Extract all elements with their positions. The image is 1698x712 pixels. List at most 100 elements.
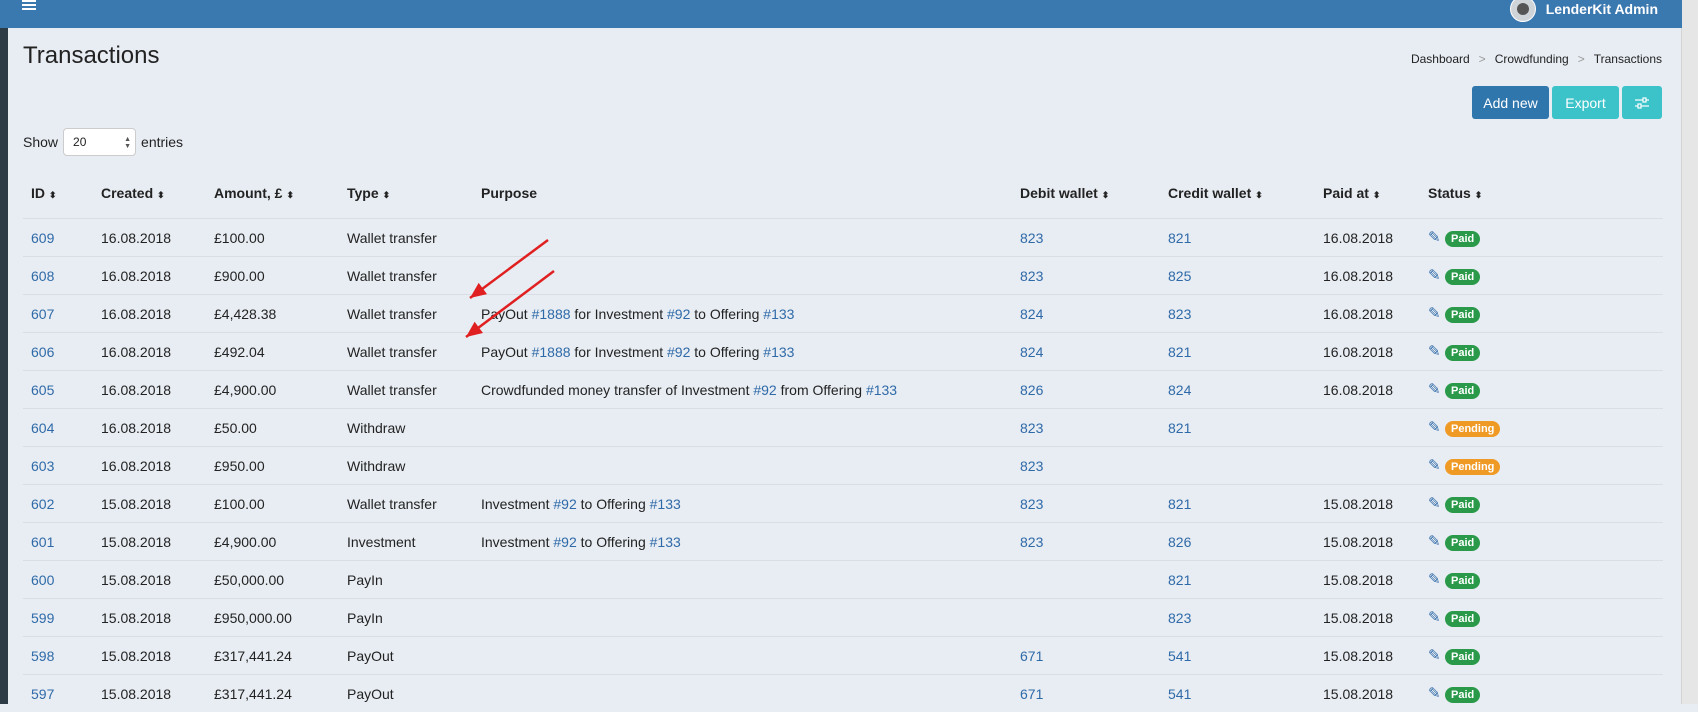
purpose-link[interactable]: #133 bbox=[650, 496, 681, 512]
debit-wallet-link[interactable]: 823 bbox=[1020, 458, 1043, 474]
export-button[interactable]: Export bbox=[1552, 86, 1619, 119]
status-badge: Paid bbox=[1445, 535, 1480, 551]
edit-pencil-icon[interactable]: ✎ bbox=[1428, 342, 1445, 360]
edit-pencil-icon[interactable]: ✎ bbox=[1428, 684, 1445, 702]
avatar[interactable] bbox=[1510, 0, 1536, 22]
edit-pencil-icon[interactable]: ✎ bbox=[1428, 494, 1445, 512]
filter-settings-button[interactable] bbox=[1622, 86, 1662, 119]
scrollbar[interactable] bbox=[1681, 0, 1698, 704]
column-header-created[interactable]: Created⬍ bbox=[93, 168, 206, 219]
credit-wallet-link[interactable]: 824 bbox=[1168, 382, 1191, 398]
sort-icon[interactable]: ⬍ bbox=[1373, 190, 1381, 200]
sort-icon[interactable]: ⬍ bbox=[157, 190, 165, 200]
sort-icon[interactable]: ⬍ bbox=[383, 190, 391, 200]
debit-wallet-link[interactable]: 823 bbox=[1020, 268, 1043, 284]
sort-icon[interactable]: ⬍ bbox=[49, 190, 57, 200]
cell-type: Investment bbox=[339, 523, 473, 561]
transaction-id-link[interactable]: 599 bbox=[31, 610, 54, 626]
purpose-link[interactable]: #92 bbox=[667, 306, 690, 322]
credit-wallet-link[interactable]: 821 bbox=[1168, 572, 1191, 588]
user-menu[interactable]: LenderKit Admin bbox=[1510, 0, 1658, 22]
debit-wallet-link[interactable]: 824 bbox=[1020, 306, 1043, 322]
transaction-id-link[interactable]: 603 bbox=[31, 458, 54, 474]
debit-wallet-link[interactable]: 671 bbox=[1020, 686, 1043, 702]
purpose-link[interactable]: #133 bbox=[650, 534, 681, 550]
debit-wallet-link[interactable]: 826 bbox=[1020, 382, 1043, 398]
edit-pencil-icon[interactable]: ✎ bbox=[1428, 456, 1445, 474]
cell-debit-wallet: 671 bbox=[1012, 675, 1160, 712]
column-header-id[interactable]: ID⬍ bbox=[23, 168, 93, 219]
column-header-status[interactable]: Status⬍ bbox=[1420, 168, 1663, 219]
sort-icon[interactable]: ⬍ bbox=[286, 190, 294, 200]
credit-wallet-link[interactable]: 821 bbox=[1168, 420, 1191, 436]
credit-wallet-link[interactable]: 823 bbox=[1168, 306, 1191, 322]
cell-debit-wallet: 823 bbox=[1012, 219, 1160, 257]
cell-purpose bbox=[473, 599, 1012, 637]
transaction-id-link[interactable]: 604 bbox=[31, 420, 54, 436]
purpose-link[interactable]: #133 bbox=[763, 306, 794, 322]
add-new-button[interactable]: Add new bbox=[1472, 86, 1549, 119]
breadcrumb-dashboard[interactable]: Dashboard bbox=[1411, 52, 1470, 66]
sort-icon[interactable]: ⬍ bbox=[1102, 190, 1110, 200]
debit-wallet-link[interactable]: 824 bbox=[1020, 344, 1043, 360]
transaction-id-link[interactable]: 601 bbox=[31, 534, 54, 550]
cell-purpose: Investment #92 to Offering #133 bbox=[473, 523, 1012, 561]
transaction-id-link[interactable]: 606 bbox=[31, 344, 54, 360]
edit-pencil-icon[interactable]: ✎ bbox=[1428, 418, 1445, 436]
transaction-id-link[interactable]: 609 bbox=[31, 230, 54, 246]
transaction-id-link[interactable]: 602 bbox=[31, 496, 54, 512]
cell-credit-wallet: 541 bbox=[1160, 637, 1315, 675]
credit-wallet-link[interactable]: 821 bbox=[1168, 344, 1191, 360]
purpose-link[interactable]: #92 bbox=[753, 382, 776, 398]
column-header-paid-at[interactable]: Paid at⬍ bbox=[1315, 168, 1420, 219]
entries-select[interactable]: 20 ▲▼ bbox=[63, 128, 136, 156]
purpose-link[interactable]: #1888 bbox=[532, 306, 571, 322]
purpose-link[interactable]: #92 bbox=[553, 534, 576, 550]
breadcrumb-crowdfunding[interactable]: Crowdfunding bbox=[1495, 52, 1569, 66]
debit-wallet-link[interactable]: 671 bbox=[1020, 648, 1043, 664]
column-header-credit-wallet[interactable]: Credit wallet⬍ bbox=[1160, 168, 1315, 219]
credit-wallet-link[interactable]: 541 bbox=[1168, 648, 1191, 664]
column-header-label: Debit wallet bbox=[1020, 185, 1098, 201]
transaction-id-link[interactable]: 605 bbox=[31, 382, 54, 398]
edit-pencil-icon[interactable]: ✎ bbox=[1428, 570, 1445, 588]
purpose-link[interactable]: #92 bbox=[667, 344, 690, 360]
column-header-debit-wallet[interactable]: Debit wallet ⬍ bbox=[1012, 168, 1160, 219]
edit-pencil-icon[interactable]: ✎ bbox=[1428, 304, 1445, 322]
transaction-id-link[interactable]: 598 bbox=[31, 648, 54, 664]
edit-pencil-icon[interactable]: ✎ bbox=[1428, 646, 1445, 664]
edit-pencil-icon[interactable]: ✎ bbox=[1428, 380, 1445, 398]
credit-wallet-link[interactable]: 821 bbox=[1168, 496, 1191, 512]
purpose-link[interactable]: #133 bbox=[866, 382, 897, 398]
sort-icon[interactable]: ⬍ bbox=[1475, 190, 1483, 200]
cell-status: ✎Paid bbox=[1420, 675, 1663, 712]
edit-pencil-icon[interactable]: ✎ bbox=[1428, 532, 1445, 550]
edit-pencil-icon[interactable]: ✎ bbox=[1428, 266, 1445, 284]
cell-status: ✎Paid bbox=[1420, 637, 1663, 675]
credit-wallet-link[interactable]: 826 bbox=[1168, 534, 1191, 550]
transaction-id-link[interactable]: 608 bbox=[31, 268, 54, 284]
cell-purpose bbox=[473, 447, 1012, 485]
column-header-amount[interactable]: Amount, £⬍ bbox=[206, 168, 339, 219]
credit-wallet-link[interactable]: 823 bbox=[1168, 610, 1191, 626]
user-name[interactable]: LenderKit Admin bbox=[1546, 1, 1658, 17]
debit-wallet-link[interactable]: 823 bbox=[1020, 420, 1043, 436]
column-header-type[interactable]: Type⬍ bbox=[339, 168, 473, 219]
edit-pencil-icon[interactable]: ✎ bbox=[1428, 608, 1445, 626]
credit-wallet-link[interactable]: 821 bbox=[1168, 230, 1191, 246]
purpose-link[interactable]: #1888 bbox=[532, 344, 571, 360]
purpose-link[interactable]: #133 bbox=[763, 344, 794, 360]
credit-wallet-link[interactable]: 541 bbox=[1168, 686, 1191, 702]
edit-pencil-icon[interactable]: ✎ bbox=[1428, 228, 1445, 246]
sort-icon[interactable]: ⬍ bbox=[1255, 190, 1263, 200]
cell-credit-wallet: 823 bbox=[1160, 295, 1315, 333]
transaction-id-link[interactable]: 607 bbox=[31, 306, 54, 322]
debit-wallet-link[interactable]: 823 bbox=[1020, 230, 1043, 246]
hamburger-menu-icon[interactable] bbox=[22, 0, 36, 10]
purpose-link[interactable]: #92 bbox=[553, 496, 576, 512]
debit-wallet-link[interactable]: 823 bbox=[1020, 534, 1043, 550]
debit-wallet-link[interactable]: 823 bbox=[1020, 496, 1043, 512]
transaction-id-link[interactable]: 600 bbox=[31, 572, 54, 588]
credit-wallet-link[interactable]: 825 bbox=[1168, 268, 1191, 284]
transaction-id-link[interactable]: 597 bbox=[31, 686, 54, 702]
